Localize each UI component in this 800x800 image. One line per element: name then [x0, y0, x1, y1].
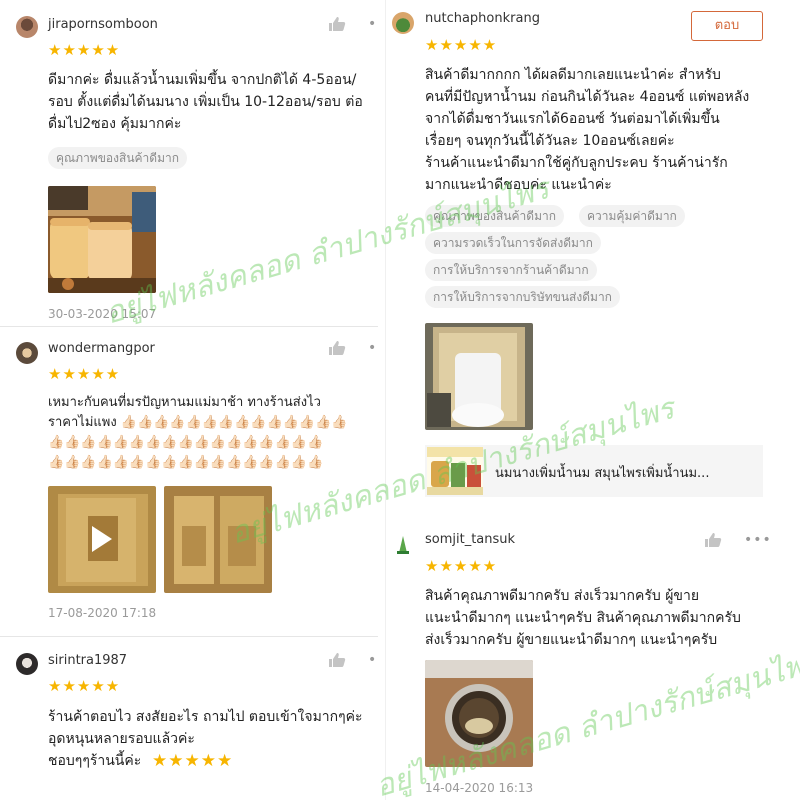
review-divider	[0, 326, 378, 327]
rating-stars: ★★★★★	[48, 677, 121, 695]
rating-stars: ★★★★★	[425, 557, 498, 575]
review-tag: ความคุ้มค่าดีมาก	[579, 205, 685, 227]
review-text: สินค้าดีมากกกก ได้ผลดีมากเลยแนะนำค่ะ สำห…	[425, 67, 750, 193]
review-photo[interactable]	[425, 323, 533, 430]
review-date: 30-03-2020 15:07	[48, 307, 157, 321]
user-avatar[interactable]	[16, 342, 38, 364]
review-date: 17-08-2020 17:18	[48, 606, 157, 620]
more-dots-icon[interactable]: •••	[368, 341, 378, 355]
username[interactable]: sirintra1987	[48, 653, 127, 668]
more-dots-icon[interactable]: •	[368, 17, 377, 31]
review-tag: คุณภาพของสินค้าดีมาก	[48, 147, 187, 169]
username[interactable]: jirapornsomboon	[48, 17, 158, 32]
thumbs-up-icon[interactable]	[328, 652, 346, 668]
play-icon[interactable]	[92, 526, 112, 552]
review-card: jirapornsomboon • ★★★★★ ดีมากค่ะ ดื่มแล้…	[0, 0, 378, 330]
more-dots-icon[interactable]: •••	[744, 533, 772, 547]
username[interactable]: wondermangpor	[48, 341, 155, 356]
review-card: nutchaphonkrang ตอบ ★★★★★ สินค้าดีมากกกก…	[392, 0, 800, 520]
thumbs-up-icon[interactable]	[328, 340, 346, 356]
rating-stars: ★★★★★	[48, 365, 121, 383]
column-divider	[385, 0, 386, 800]
review-tag: ความรวดเร็วในการจัดส่งดีมาก	[425, 232, 601, 254]
review-card: somjit_tansuk ••• ★★★★★ สินค้าคุณภาพดีมา…	[392, 525, 800, 800]
review-video-thumbnail[interactable]	[48, 486, 156, 593]
review-divider	[0, 636, 378, 637]
review-tag: การให้บริการจากบริษัทขนส่งดีมาก	[425, 286, 620, 308]
review-photo[interactable]	[48, 186, 156, 293]
thumbs-up-icon[interactable]	[328, 16, 346, 32]
user-avatar[interactable]	[16, 653, 38, 675]
review-text: เหมาะกับคนที่มรปัญหานมแม่มาช้า ทางร้านส่…	[48, 395, 348, 470]
rating-stars: ★★★★★	[48, 41, 121, 59]
username[interactable]: somjit_tansuk	[425, 532, 515, 547]
review-photo[interactable]	[164, 486, 272, 593]
review-text: ดีมากค่ะ ดื่มแล้วน้ำนมเพิ่มขึ้น จากปกติไ…	[48, 72, 363, 132]
username[interactable]: nutchaphonkrang	[425, 11, 540, 26]
review-list-left: jirapornsomboon • ★★★★★ ดีมากค่ะ ดื่มแล้…	[0, 0, 378, 800]
review-text: สินค้าคุณภาพดีมากครับ ส่งเร็วมากครับ ผู้…	[425, 588, 741, 648]
user-avatar[interactable]	[16, 16, 38, 38]
review-tag: การให้บริการจากร้านค้าดีมาก	[425, 259, 597, 281]
review-card: wondermangpor ••• ★★★★★ เหมาะกับคนที่มรป…	[0, 330, 378, 635]
review-photo[interactable]	[425, 660, 533, 767]
reply-button[interactable]: ตอบ	[691, 11, 763, 41]
rating-stars: ★★★★★	[425, 36, 498, 54]
more-dots-icon[interactable]: •••	[368, 653, 378, 667]
user-avatar[interactable]	[392, 12, 414, 34]
product-title[interactable]: นมนางเพิ่มน้ำนม สมุนไพรเพิ่มน้ำนม...	[495, 462, 709, 483]
product-thumbnail[interactable]	[427, 447, 483, 495]
product-card[interactable]: นมนางเพิ่มน้ำนม สมุนไพรเพิ่มน้ำนม...	[425, 445, 763, 497]
review-tag: คุณภาพของสินค้าดีมาก	[425, 205, 564, 227]
review-date: 14-04-2020 16:13	[425, 781, 534, 795]
inline-emoji-stars: ★★★★★	[152, 751, 234, 771]
review-list-right: nutchaphonkrang ตอบ ★★★★★ สินค้าดีมากกกก…	[392, 0, 800, 800]
user-avatar[interactable]	[395, 533, 411, 555]
thumbs-up-icon[interactable]	[704, 532, 722, 548]
review-card: sirintra1987 ••• ★★★★★ ร้านค้าตอบไว สงสั…	[0, 640, 378, 800]
